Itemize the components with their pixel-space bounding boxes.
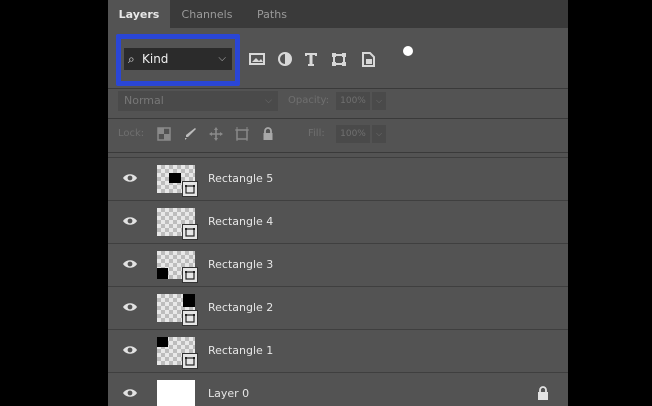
chevron-down-icon: ⌵	[265, 96, 272, 106]
divider	[108, 118, 568, 119]
visibility-eye-icon[interactable]	[122, 387, 138, 399]
tab-paths[interactable]: Paths	[246, 0, 298, 28]
layer-row-rectangle-3[interactable]: Rectangle 3	[108, 243, 568, 286]
fill-slider-button[interactable]: ⌵	[372, 125, 386, 143]
visibility-eye-icon[interactable]	[122, 172, 138, 184]
shape-preview	[183, 294, 195, 307]
layer-row-rectangle-1[interactable]: Rectangle 1	[108, 329, 568, 372]
smart-object-filter-icon[interactable]	[359, 49, 377, 69]
fill-field[interactable]: 100%	[336, 125, 370, 143]
layer-thumbnail	[157, 294, 198, 326]
layer-row-rectangle-5[interactable]: Rectangle 5	[108, 157, 568, 200]
panel-tab-bar: Layers Channels Paths	[108, 0, 568, 28]
layer-name[interactable]: Layer 0	[208, 373, 249, 406]
filter-toggle-switch[interactable]	[403, 46, 413, 56]
divider	[108, 152, 568, 153]
lock-options-row: Lock: Fill: 100% ⌵	[108, 120, 568, 150]
shape-preview	[157, 268, 168, 279]
visibility-eye-icon[interactable]	[122, 344, 138, 356]
shape-preview	[157, 337, 168, 347]
opacity-slider-button[interactable]: ⌵	[372, 92, 386, 110]
layer-name[interactable]: Rectangle 3	[208, 244, 273, 286]
fill-label: Fill:	[308, 128, 325, 139]
kind-filter-dropdown[interactable]: ⌕ Kind ⌵	[124, 48, 232, 70]
shape-layer-badge-icon	[182, 224, 198, 240]
opacity-field[interactable]: 100%	[336, 92, 370, 110]
layer-row-rectangle-2[interactable]: Rectangle 2	[108, 286, 568, 329]
layer-row-rectangle-4[interactable]: Rectangle 4	[108, 200, 568, 243]
image-filter-icon[interactable]	[248, 49, 266, 69]
type-filter-icon[interactable]	[302, 49, 320, 69]
layer-name[interactable]: Rectangle 1	[208, 330, 273, 372]
chevron-down-icon: ⌵	[218, 53, 226, 64]
layer-row-layer-0[interactable]: Layer 0	[108, 372, 568, 406]
visibility-eye-icon[interactable]	[122, 258, 138, 270]
shape-layer-badge-icon	[182, 310, 198, 326]
lock-artboard-icon[interactable]	[234, 126, 250, 142]
layer-thumbnail	[157, 208, 198, 240]
lock-label: Lock:	[118, 128, 145, 139]
shape-layer-badge-icon	[182, 181, 198, 197]
lock-position-icon[interactable]	[208, 126, 224, 142]
shape-layer-badge-icon	[182, 267, 198, 283]
layer-name[interactable]: Rectangle 2	[208, 287, 273, 329]
blend-mode-value: Normal	[124, 94, 164, 107]
blend-mode-dropdown[interactable]: Normal ⌵	[118, 91, 278, 111]
blend-options-row: Normal ⌵ Opacity: 100% ⌵	[108, 88, 568, 116]
shape-preview	[169, 173, 181, 183]
layer-name[interactable]: Rectangle 4	[208, 201, 273, 243]
lock-all-icon[interactable]	[260, 126, 276, 142]
search-icon: ⌕	[128, 52, 135, 66]
adjustment-filter-icon[interactable]	[276, 49, 294, 69]
kind-filter-label: Kind	[142, 52, 169, 66]
visibility-eye-icon[interactable]	[122, 215, 138, 227]
shape-layer-badge-icon	[182, 353, 198, 369]
layer-thumbnail	[157, 337, 198, 369]
opacity-label: Opacity:	[288, 95, 330, 106]
layer-thumbnail	[157, 380, 195, 406]
layer-filter-bar: ⌕ Kind ⌵	[108, 28, 568, 88]
layer-name[interactable]: Rectangle 5	[208, 158, 273, 200]
lock-image-pixels-icon[interactable]	[182, 126, 198, 142]
layers-panel: Layers Channels Paths ⌕ Kind ⌵ Normal ⌵ …	[108, 0, 568, 406]
layer-thumbnail	[157, 165, 198, 197]
shape-filter-icon[interactable]	[330, 49, 348, 69]
visibility-eye-icon[interactable]	[122, 301, 138, 313]
layer-thumbnail	[157, 251, 198, 283]
tab-layers[interactable]: Layers	[108, 0, 170, 28]
tab-channels[interactable]: Channels	[172, 0, 242, 28]
lock-transparent-pixels-icon[interactable]	[156, 126, 172, 142]
layer-lock-icon	[536, 385, 550, 401]
